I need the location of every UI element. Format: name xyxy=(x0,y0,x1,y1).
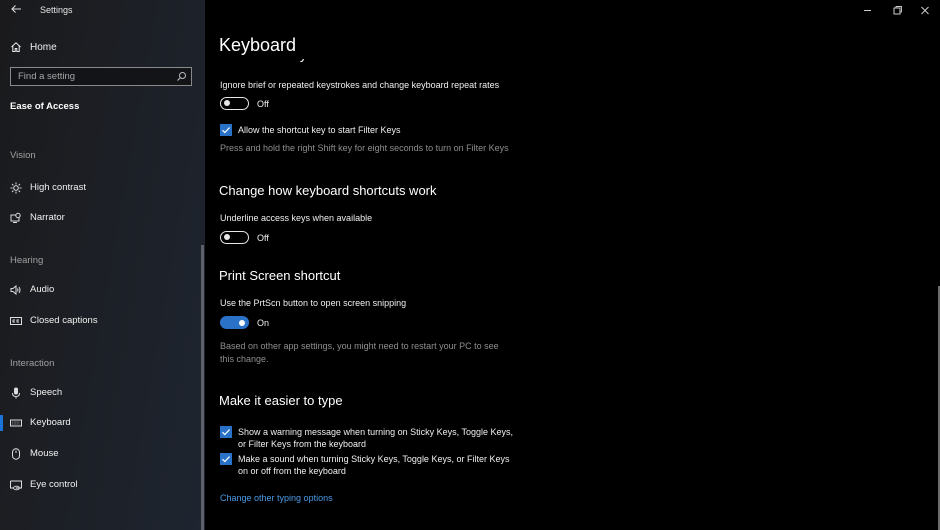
filter-keys-toggle-state: Off xyxy=(257,99,269,109)
search-box[interactable] xyxy=(10,67,192,86)
underline-access-keys-label: Underline access keys when available xyxy=(220,213,373,223)
speaker-icon xyxy=(10,284,21,296)
sidebar-item-speech[interactable]: Speech xyxy=(0,380,200,406)
section-title: Ease of Access xyxy=(10,101,80,112)
sidebar-item-mouse[interactable]: Mouse xyxy=(0,441,200,467)
title-bar: Settings xyxy=(0,0,205,22)
back-arrow-icon xyxy=(11,5,21,13)
home-icon xyxy=(11,42,21,52)
shortcuts-heading: Change how keyboard shortcuts work xyxy=(219,183,437,198)
sidebar-item-label: Eye control xyxy=(30,479,78,490)
brightness-icon xyxy=(10,182,22,194)
print-screen-toggle[interactable] xyxy=(220,316,249,329)
warning-message-checkbox[interactable] xyxy=(220,426,232,438)
underline-access-keys-toggle[interactable] xyxy=(220,231,249,244)
easier-typing-heading: Make it easier to type xyxy=(219,393,343,408)
warning-message-label-line2: or Filter Keys from the keyboard xyxy=(238,439,367,449)
selection-indicator xyxy=(0,415,3,431)
sidebar-item-label: High contrast xyxy=(30,182,86,193)
make-sound-checkbox[interactable] xyxy=(220,453,232,465)
print-screen-note-line1: Based on other app settings, you might n… xyxy=(220,341,499,351)
sidebar-item-label: Narrator xyxy=(30,212,65,223)
sidebar-item-label: Keyboard xyxy=(30,417,71,428)
sidebar-item-label: Audio xyxy=(30,284,55,295)
back-button[interactable] xyxy=(8,3,24,19)
toggle-knob xyxy=(224,234,230,240)
change-typing-options-link[interactable]: Change other typing options xyxy=(220,493,333,503)
make-sound-label-line2: on or off from the keyboard xyxy=(238,466,346,476)
toggle-knob xyxy=(239,319,245,326)
checkmark-icon xyxy=(222,429,231,436)
sidebar-item-label: Mouse xyxy=(30,448,59,459)
keyboard-icon xyxy=(10,419,22,427)
narrator-icon xyxy=(10,212,21,223)
sidebar-scrollbar[interactable] xyxy=(201,245,204,530)
sidebar-item-high-contrast[interactable]: High contrast xyxy=(0,175,200,201)
sidebar-home[interactable]: Home xyxy=(0,36,200,58)
mouse-icon xyxy=(12,448,20,460)
filter-keys-description: Ignore brief or repeated keystrokes and … xyxy=(220,80,500,90)
filter-keys-shortcut-label: Allow the shortcut key to start Filter K… xyxy=(238,125,401,135)
page-title: Keyboard xyxy=(219,35,297,55)
underline-access-keys-toggle-state: Off xyxy=(257,233,269,243)
search-input[interactable] xyxy=(11,71,171,82)
print-screen-label: Use the PrtScn button to open screen sni… xyxy=(220,298,407,308)
home-label: Home xyxy=(30,41,57,53)
sidebar-item-label: Speech xyxy=(30,387,63,398)
print-screen-note-line2: this change. xyxy=(220,354,269,364)
close-button[interactable] xyxy=(910,0,940,22)
sidebar-item-label: Closed captions xyxy=(30,315,98,326)
checkmark-icon xyxy=(222,456,231,463)
eye-control-icon xyxy=(10,480,22,491)
toggle-knob xyxy=(224,100,230,106)
group-header-vision: Vision xyxy=(10,150,36,161)
closed-captions-icon xyxy=(10,317,22,325)
close-icon xyxy=(921,6,929,15)
sidebar: Settings Home Ease of Access Vision High… xyxy=(0,0,205,530)
filter-keys-toggle[interactable] xyxy=(220,97,249,110)
restore-icon xyxy=(893,6,902,15)
print-screen-toggle-state: On xyxy=(257,318,270,328)
microphone-icon xyxy=(12,387,20,399)
search-icon[interactable] xyxy=(176,71,187,82)
sidebar-item-eye-control[interactable]: Eye control xyxy=(0,472,200,498)
sidebar-item-keyboard[interactable]: Keyboard xyxy=(0,410,200,436)
sidebar-item-closed-captions[interactable]: Closed captions xyxy=(0,308,200,334)
filter-keys-shortcut-checkbox[interactable] xyxy=(220,124,232,136)
group-header-hearing: Hearing xyxy=(10,255,44,266)
print-screen-heading: Print Screen shortcut xyxy=(219,268,341,283)
minimize-button[interactable] xyxy=(853,0,883,22)
heading-text: Use Filter Keys xyxy=(219,59,419,62)
main-content: Keyboard Use Filter Keys Ignore brief or… xyxy=(205,0,940,530)
group-header-interaction: Interaction xyxy=(10,358,55,369)
checkmark-icon xyxy=(222,127,231,134)
filter-keys-heading-partial: Use Filter Keys xyxy=(219,59,419,65)
restore-button[interactable] xyxy=(882,0,912,22)
minimize-icon xyxy=(864,10,871,11)
sidebar-item-audio[interactable]: Audio xyxy=(0,277,200,303)
filter-keys-shortcut-hint: Press and hold the right Shift key for e… xyxy=(220,143,509,153)
sidebar-item-narrator[interactable]: Narrator xyxy=(0,205,200,231)
app-title: Settings xyxy=(40,5,73,15)
